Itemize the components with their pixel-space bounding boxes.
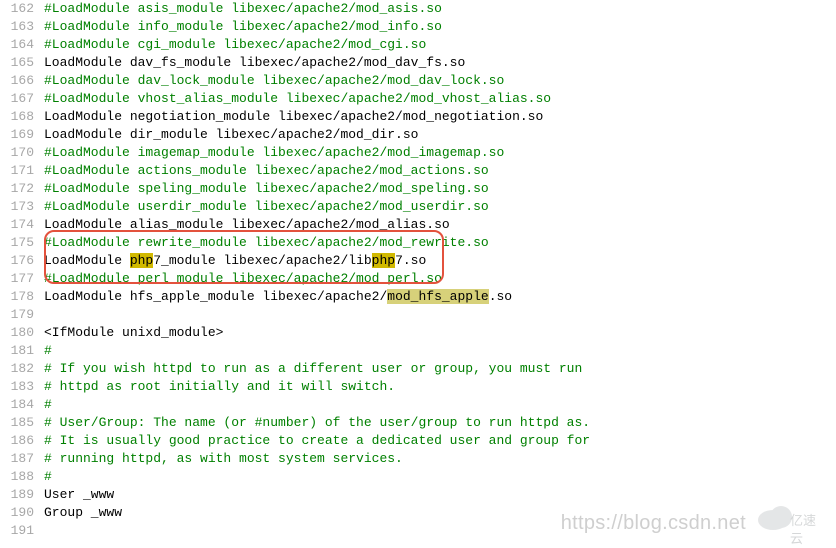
- line-content: Group _www: [44, 504, 836, 522]
- line-number: 162: [0, 0, 44, 18]
- line-number: 189: [0, 486, 44, 504]
- line-content: #: [44, 396, 836, 414]
- line-content: # If you wish httpd to run as a differen…: [44, 360, 836, 378]
- code-line[interactable]: 174LoadModule alias_module libexec/apach…: [0, 216, 836, 234]
- line-content: <IfModule unixd_module>: [44, 324, 836, 342]
- line-content: #LoadModule info_module libexec/apache2/…: [44, 18, 836, 36]
- code-line[interactable]: 172#LoadModule speling_module libexec/ap…: [0, 180, 836, 198]
- code-line[interactable]: 179: [0, 306, 836, 324]
- line-number: 177: [0, 270, 44, 288]
- line-content: LoadModule php7_module libexec/apache2/l…: [44, 252, 836, 270]
- line-number: 188: [0, 468, 44, 486]
- line-content: #LoadModule perl_module libexec/apache2/…: [44, 270, 836, 288]
- code-line[interactable]: 165LoadModule dav_fs_module libexec/apac…: [0, 54, 836, 72]
- code-line[interactable]: 191: [0, 522, 836, 540]
- line-content: #: [44, 468, 836, 486]
- line-content: LoadModule hfs_apple_module libexec/apac…: [44, 288, 836, 306]
- line-number: 165: [0, 54, 44, 72]
- code-line[interactable]: 167#LoadModule vhost_alias_module libexe…: [0, 90, 836, 108]
- line-number: 176: [0, 252, 44, 270]
- line-number: 178: [0, 288, 44, 306]
- code-line[interactable]: 166#LoadModule dav_lock_module libexec/a…: [0, 72, 836, 90]
- line-number: 179: [0, 306, 44, 324]
- code-line[interactable]: 183# httpd as root initially and it will…: [0, 378, 836, 396]
- search-match: php: [130, 253, 153, 268]
- line-number: 184: [0, 396, 44, 414]
- search-match: mod_hfs_apple: [387, 289, 488, 304]
- code-line[interactable]: 168LoadModule negotiation_module libexec…: [0, 108, 836, 126]
- code-line[interactable]: 182# If you wish httpd to run as a diffe…: [0, 360, 836, 378]
- code-line[interactable]: 164#LoadModule cgi_module libexec/apache…: [0, 36, 836, 54]
- line-number: 171: [0, 162, 44, 180]
- line-content: LoadModule dav_fs_module libexec/apache2…: [44, 54, 836, 72]
- code-line[interactable]: 177#LoadModule perl_module libexec/apach…: [0, 270, 836, 288]
- line-number: 180: [0, 324, 44, 342]
- line-content: #LoadModule imagemap_module libexec/apac…: [44, 144, 836, 162]
- line-number: 173: [0, 198, 44, 216]
- line-content: # User/Group: The name (or #number) of t…: [44, 414, 836, 432]
- line-content: #LoadModule userdir_module libexec/apach…: [44, 198, 836, 216]
- code-line[interactable]: 162#LoadModule asis_module libexec/apach…: [0, 0, 836, 18]
- line-content: # httpd as root initially and it will sw…: [44, 378, 836, 396]
- code-line[interactable]: 184#: [0, 396, 836, 414]
- code-line[interactable]: 185# User/Group: The name (or #number) o…: [0, 414, 836, 432]
- code-line[interactable]: 178LoadModule hfs_apple_module libexec/a…: [0, 288, 836, 306]
- line-content: #LoadModule speling_module libexec/apach…: [44, 180, 836, 198]
- line-number: 166: [0, 72, 44, 90]
- line-number: 190: [0, 504, 44, 522]
- line-content: # It is usually good practice to create …: [44, 432, 836, 450]
- line-content: #LoadModule vhost_alias_module libexec/a…: [44, 90, 836, 108]
- code-line[interactable]: 176LoadModule php7_module libexec/apache…: [0, 252, 836, 270]
- code-line[interactable]: 181#: [0, 342, 836, 360]
- line-number: 191: [0, 522, 44, 540]
- line-content: #LoadModule cgi_module libexec/apache2/m…: [44, 36, 836, 54]
- line-number: 172: [0, 180, 44, 198]
- line-content: #: [44, 342, 836, 360]
- line-content: # running httpd, as with most system ser…: [44, 450, 836, 468]
- code-line[interactable]: 190Group _www: [0, 504, 836, 522]
- code-line[interactable]: 173#LoadModule userdir_module libexec/ap…: [0, 198, 836, 216]
- line-content: User _www: [44, 486, 836, 504]
- line-content: LoadModule dir_module libexec/apache2/mo…: [44, 126, 836, 144]
- code-line[interactable]: 180<IfModule unixd_module>: [0, 324, 836, 342]
- line-number: 168: [0, 108, 44, 126]
- line-content: #LoadModule rewrite_module libexec/apach…: [44, 234, 836, 252]
- line-number: 163: [0, 18, 44, 36]
- line-number: 185: [0, 414, 44, 432]
- code-line[interactable]: 189User _www: [0, 486, 836, 504]
- line-content: LoadModule alias_module libexec/apache2/…: [44, 216, 836, 234]
- code-line[interactable]: 163#LoadModule info_module libexec/apach…: [0, 18, 836, 36]
- line-number: 169: [0, 126, 44, 144]
- line-number: 164: [0, 36, 44, 54]
- line-number: 175: [0, 234, 44, 252]
- code-line[interactable]: 169LoadModule dir_module libexec/apache2…: [0, 126, 836, 144]
- code-editor[interactable]: 162#LoadModule asis_module libexec/apach…: [0, 0, 836, 540]
- line-content: #LoadModule asis_module libexec/apache2/…: [44, 0, 836, 18]
- code-line[interactable]: 170#LoadModule imagemap_module libexec/a…: [0, 144, 836, 162]
- search-match: php: [372, 253, 395, 268]
- line-number: 187: [0, 450, 44, 468]
- line-number: 170: [0, 144, 44, 162]
- code-line[interactable]: 171#LoadModule actions_module libexec/ap…: [0, 162, 836, 180]
- line-number: 181: [0, 342, 44, 360]
- line-number: 174: [0, 216, 44, 234]
- line-number: 167: [0, 90, 44, 108]
- code-line[interactable]: 188#: [0, 468, 836, 486]
- line-number: 182: [0, 360, 44, 378]
- line-content: #LoadModule dav_lock_module libexec/apac…: [44, 72, 836, 90]
- line-number: 186: [0, 432, 44, 450]
- line-content: #LoadModule actions_module libexec/apach…: [44, 162, 836, 180]
- code-line[interactable]: 187# running httpd, as with most system …: [0, 450, 836, 468]
- line-content: LoadModule negotiation_module libexec/ap…: [44, 108, 836, 126]
- code-line[interactable]: 175#LoadModule rewrite_module libexec/ap…: [0, 234, 836, 252]
- code-line[interactable]: 186# It is usually good practice to crea…: [0, 432, 836, 450]
- line-number: 183: [0, 378, 44, 396]
